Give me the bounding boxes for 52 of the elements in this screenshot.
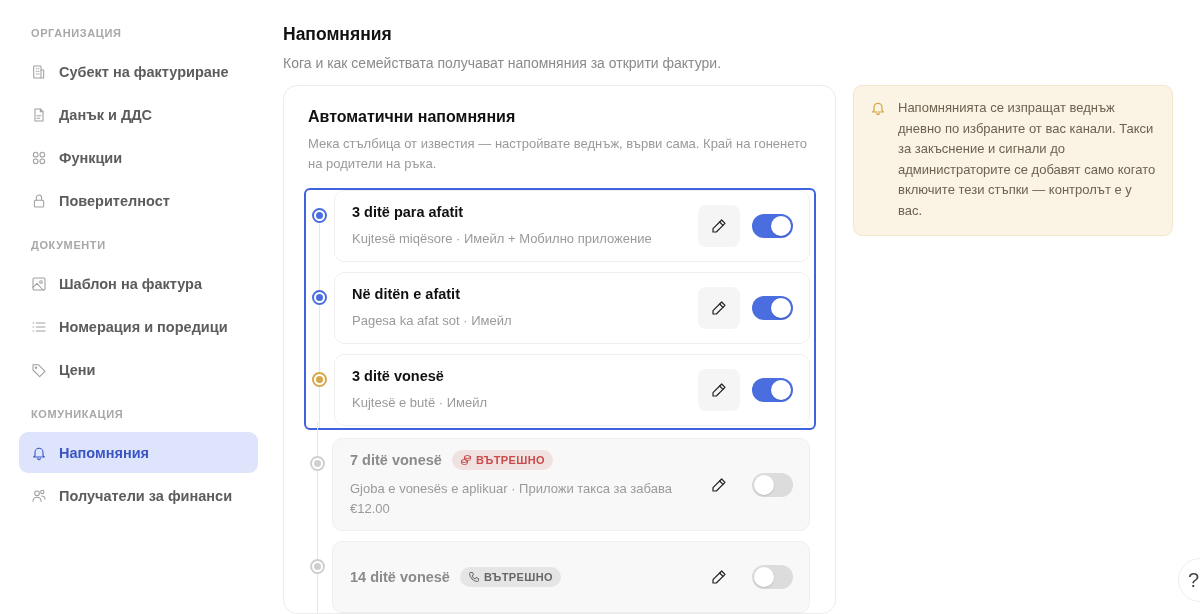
- internal-badge: ВЪТРЕШНО: [459, 567, 562, 587]
- pencil-icon: [711, 569, 727, 585]
- step-title: 7 ditë vonesë: [350, 452, 442, 468]
- section-heading: КОМУНИКАЦИЯ: [30, 408, 125, 420]
- step-description: Kujtesë e butë · Имейл: [352, 393, 488, 412]
- image-icon: [31, 275, 47, 292]
- users-icon: [31, 487, 47, 504]
- help-button[interactable]: ?: [1178, 558, 1200, 602]
- page-title: Напомняния: [283, 24, 392, 45]
- step-description: Pagesa ka afat sot · Имейл: [352, 311, 512, 330]
- page-subtitle: Кога и как семействата получават напомняния за открити фактури.: [283, 55, 722, 71]
- toggle-switch[interactable]: [752, 472, 793, 497]
- sidebar-item[interactable]: Данък и ДДС: [19, 94, 258, 135]
- edit-button[interactable]: [698, 205, 740, 247]
- pencil-icon: [711, 476, 727, 493]
- card-description: Мека стълбица от известия — настройвате веднъж, върви сама. Край на гоненето на родители на ръка.: [308, 135, 809, 173]
- edit-button[interactable]: [698, 287, 740, 329]
- info-text: Напомнянията се изпращат веднъж дневно по избраните от вас канали. Такси за закъснение и сигнали до администраторите се добавят само когато включите тези стъпки — контролът е у вас.: [898, 99, 1156, 220]
- building-icon: [31, 63, 47, 80]
- pencil-icon: [711, 382, 727, 398]
- step-title: 14 ditë vonesë: [350, 569, 450, 585]
- coins-icon: [459, 454, 472, 466]
- edit-button[interactable]: [698, 369, 740, 411]
- sidebar-item[interactable]: Шаблон на фактура: [19, 263, 258, 304]
- section-heading: ДОКУМЕНТИ: [30, 239, 107, 251]
- toggle-switch[interactable]: [752, 378, 793, 402]
- tag-icon: [31, 361, 47, 378]
- step-description: Gjoba e vonesës e aplikuar · Приложи такса за забава €12.00: [350, 480, 673, 518]
- lock-icon: [31, 192, 47, 209]
- toggle-switch[interactable]: [752, 296, 793, 320]
- sidebar-item[interactable]: Субект на фактуриране: [19, 51, 258, 92]
- bell-icon: [870, 100, 886, 116]
- sidebar-item[interactable]: Поверителност: [19, 180, 258, 221]
- section-heading: ОРГАНИЗАЦИЯ: [30, 27, 123, 39]
- document-icon: [31, 106, 47, 123]
- sidebar-item[interactable]: Цени: [19, 349, 258, 390]
- pencil-icon: [711, 218, 727, 234]
- card-title: Автоматични напомняния: [308, 108, 516, 126]
- step-title: 3 ditë vonesë: [352, 367, 444, 384]
- pencil-icon: [711, 300, 727, 316]
- step-description: Kujtesë miqësore · Имейл + Мобилно приложение: [352, 229, 652, 248]
- toggle-switch[interactable]: [752, 214, 793, 238]
- step-title: 3 ditë para afatit: [352, 203, 464, 220]
- sidebar-item[interactable]: Номерация и поредици: [19, 306, 258, 347]
- phone-icon: [467, 571, 480, 583]
- internal-badge: ВЪТРЕШНО: [451, 450, 553, 470]
- sidebar-item[interactable]: Получатели за финанси: [19, 475, 258, 516]
- toggle-switch[interactable]: [752, 565, 793, 589]
- step-title: Në ditën e afatit: [352, 285, 460, 302]
- grid-icon: [31, 149, 47, 166]
- sidebar-item[interactable]: Напомняния: [19, 432, 258, 473]
- sidebar-item[interactable]: Функции: [19, 137, 258, 178]
